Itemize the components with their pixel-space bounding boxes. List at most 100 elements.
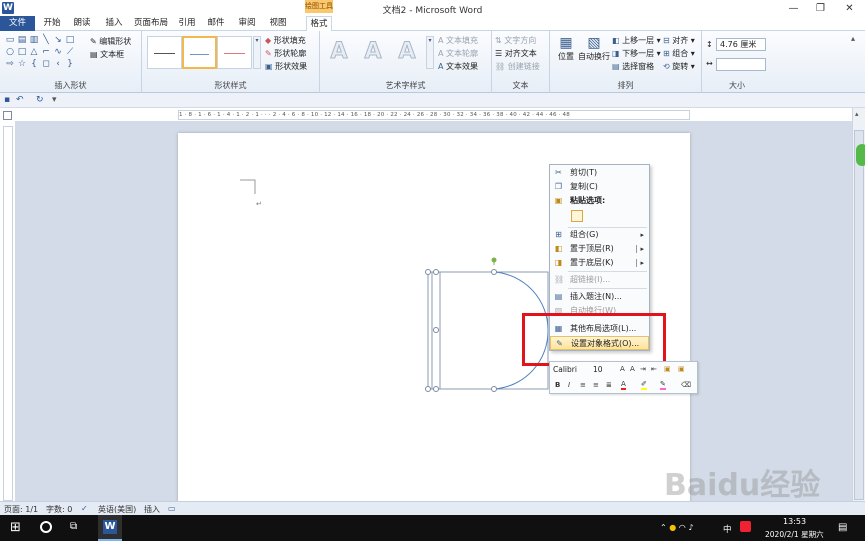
line-color-icon[interactable]: ✎ xyxy=(660,380,666,390)
menu-item-cut[interactable]: ✂ 剪切(T) xyxy=(550,166,649,180)
resize-handle-left[interactable] xyxy=(433,327,439,333)
eraser-icon[interactable]: ⌫ xyxy=(681,381,691,389)
menu-item-copy[interactable]: ❐ 复制(C) xyxy=(550,180,649,194)
undo-icon[interactable]: ↶ xyxy=(16,95,24,105)
text-direction-button[interactable]: ⇅ 文字方向 xyxy=(495,35,536,46)
menu-item-send-to-back[interactable]: ◨ 置于底层(K) ▸ xyxy=(550,256,649,270)
wordart-style-1[interactable]: A xyxy=(324,39,354,67)
tab-home[interactable]: 开始 xyxy=(38,16,66,31)
status-language[interactable]: 英语(美国) xyxy=(98,504,136,515)
shape-brace-icon[interactable]: { xyxy=(28,59,40,71)
vertical-ruler[interactable] xyxy=(3,126,13,501)
collapse-ribbon-icon[interactable]: ▴ xyxy=(851,34,855,43)
shape-triangle-icon[interactable]: △ xyxy=(28,47,40,59)
shrink-font-icon[interactable]: A xyxy=(630,365,635,373)
minimize-button[interactable]: — xyxy=(780,0,807,17)
menu-item-group[interactable]: ⊞ 组合(G) ▸ xyxy=(550,228,649,242)
shape-textbox-icon[interactable]: ▤ xyxy=(16,35,28,47)
font-color-icon[interactable]: A xyxy=(621,380,626,390)
wrap-text-button[interactable]: ▧ 自动换行 xyxy=(578,35,610,62)
close-button[interactable]: ✕ xyxy=(836,0,863,17)
edit-shape-button[interactable]: ✎ 编辑形状 xyxy=(90,36,131,47)
textbox-button[interactable]: ▤ 文本框 xyxy=(90,49,124,60)
position-button[interactable]: ▦ 位置 xyxy=(555,35,577,62)
antivirus-icon[interactable] xyxy=(740,521,751,532)
align-button[interactable]: ⊟ 对齐 ▾ xyxy=(663,35,695,46)
status-word-count[interactable]: 字数: 0 xyxy=(46,504,72,515)
shape-style-3[interactable] xyxy=(217,36,252,69)
wordart-style-3[interactable]: A xyxy=(392,39,422,67)
tab-review[interactable]: 审阅 xyxy=(234,16,260,31)
shield-icon[interactable]: ● xyxy=(669,523,676,532)
shape-square-icon[interactable]: □ xyxy=(16,47,28,59)
selection-pane-button[interactable]: ▤ 选择窗格 xyxy=(612,61,654,72)
italic-icon[interactable]: I xyxy=(568,381,570,389)
shape-callout-icon[interactable]: ◻ xyxy=(40,59,52,71)
resize-handle-tl2[interactable] xyxy=(433,269,439,275)
resize-handle-bl2[interactable] xyxy=(433,386,439,392)
windows-start-icon[interactable]: ⊞ xyxy=(10,520,21,535)
wifi-icon[interactable]: ◠ xyxy=(679,523,686,532)
create-link-button[interactable]: ⛓ 创建链接 xyxy=(495,61,540,72)
paste-keep-format-icon[interactable] xyxy=(571,210,583,222)
scroll-up-icon[interactable]: ▴ xyxy=(855,110,859,118)
highlight-icon[interactable]: ✐ xyxy=(641,380,647,390)
rotation-handle[interactable] xyxy=(491,257,497,263)
scrollbar-thumb[interactable] xyxy=(854,130,864,500)
tab-view[interactable]: 视图 xyxy=(264,16,292,31)
selected-shape[interactable] xyxy=(248,137,568,397)
maximize-button[interactable]: ❐ xyxy=(807,0,834,17)
shape-arrow-icon[interactable]: ↘ xyxy=(52,35,64,47)
align-justify-icon[interactable]: ≣ xyxy=(606,381,612,389)
text-effects-button[interactable]: A 文本效果 xyxy=(438,61,478,72)
text-outline-button[interactable]: A 文本轮廓 xyxy=(438,48,478,59)
shape-style-1[interactable] xyxy=(147,36,182,69)
tab-insert[interactable]: 插入 xyxy=(100,16,128,31)
shape-oval-icon[interactable]: ○ xyxy=(4,47,16,59)
wordart-style-2[interactable]: A xyxy=(358,39,388,67)
shape-fill-button[interactable]: ◆ 形状填充 xyxy=(265,35,306,46)
status-page[interactable]: 页面: 1/1 xyxy=(4,504,38,515)
taskbar-word-button[interactable]: W xyxy=(98,515,122,541)
shape-rect2-icon[interactable]: □ xyxy=(64,35,76,47)
word-app-icon[interactable]: W xyxy=(2,2,14,14)
tab-mailings[interactable]: 邮件 xyxy=(203,16,229,31)
bold-icon[interactable]: B xyxy=(555,381,560,389)
shape-curve-icon[interactable]: ∿ xyxy=(52,47,64,59)
macro-icon[interactable]: ▭ xyxy=(168,504,176,513)
ruler-toggle[interactable] xyxy=(3,111,12,120)
send-backward-button[interactable]: ◨ 下移一层 ▾ xyxy=(612,48,661,59)
shape-effects-button[interactable]: ▣ 形状效果 xyxy=(265,61,307,72)
proofing-icon[interactable]: ✓ xyxy=(81,504,88,513)
tab-format[interactable]: 格式 xyxy=(306,16,332,31)
tab-file[interactable]: 文件 xyxy=(0,16,35,31)
search-icon[interactable] xyxy=(40,521,52,533)
shape-outline-button[interactable]: ✎ 形状轮廓 xyxy=(265,48,306,59)
grow-font-icon[interactable]: A xyxy=(620,365,625,373)
shape-freeform-icon[interactable]: ⟋ xyxy=(64,47,76,59)
redo-icon[interactable]: ↻ xyxy=(36,95,44,105)
tab-read-aloud[interactable]: 朗读 xyxy=(68,16,96,31)
wordart-more[interactable]: ▾ xyxy=(426,36,434,69)
shape-style-more[interactable]: ▾ xyxy=(253,36,261,69)
shape-right-arrow-icon[interactable]: ⇨ xyxy=(4,59,16,71)
menu-item-insert-caption[interactable]: ▤ 插入题注(N)... xyxy=(550,290,649,304)
shape-rect-icon[interactable]: ▭ xyxy=(4,35,16,47)
shape-elbow-icon[interactable]: ⌐ xyxy=(40,47,52,59)
shape-gallery[interactable]: ▭ ▤ ▥ ╲ ↘ □ ○ □ △ ⌐ ∿ ⟋ ⇨ ☆{◻ ‹} xyxy=(4,35,84,71)
align-center-icon[interactable]: ≡ xyxy=(580,381,586,389)
save-icon[interactable]: ▪ xyxy=(4,95,10,105)
bring-forward-button[interactable]: ◧ 上移一层 ▾ xyxy=(612,35,661,46)
system-tray[interactable]: ⌃ ● ◠ ♪ xyxy=(660,523,693,532)
format-painter-icon[interactable]: ▣ xyxy=(664,365,671,373)
menu-item-hyperlink[interactable]: ⛓ 超链接(I)... xyxy=(550,273,649,287)
text-fill-button[interactable]: A 文本填充 xyxy=(438,35,478,46)
menu-item-bring-to-front[interactable]: ◧ 置于顶层(R) ▸ xyxy=(550,242,649,256)
shape-brace2-icon[interactable]: } xyxy=(64,59,76,71)
indent-icon[interactable]: ⇥ xyxy=(640,365,646,373)
submenu-arrow-icon[interactable]: ▸ xyxy=(640,242,644,256)
rotate-button[interactable]: ⟲ 旋转 ▾ xyxy=(663,61,695,72)
tab-page-layout[interactable]: 页面布局 xyxy=(130,16,172,31)
ime-indicator[interactable]: 中 xyxy=(723,523,732,535)
customize-qat-icon[interactable]: ▾ xyxy=(52,95,57,105)
